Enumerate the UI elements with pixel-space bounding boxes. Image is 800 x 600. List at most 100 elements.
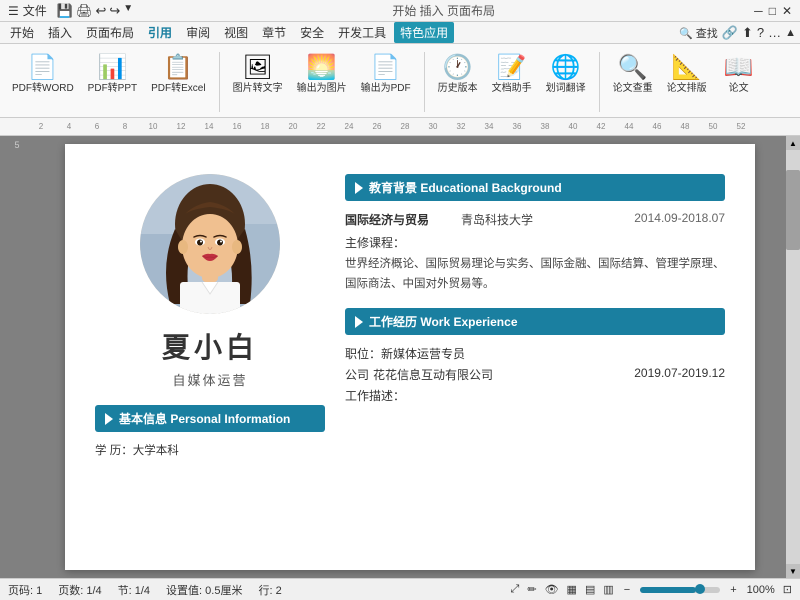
edu-school: 青岛科技大学 [461, 211, 533, 228]
work-exp-header: 工作经历 Work Experience [345, 308, 725, 335]
scroll-track[interactable] [786, 150, 800, 564]
minimize-ribbon[interactable]: ▲ [785, 27, 796, 39]
page-indicator: 5 [14, 140, 19, 150]
pdf-to-excel-label: PDF转Excel [151, 83, 205, 95]
export-icon[interactable]: ⬆ [742, 25, 753, 41]
page-status: 页码: 1 [8, 582, 42, 598]
edit-icon[interactable]: ✏ [527, 583, 536, 596]
view-icons[interactable]: ▦ [567, 583, 577, 596]
more-btn[interactable]: 📖 论文 [717, 48, 761, 98]
img-to-text-btn[interactable]: 🖼 图片转文字 [229, 48, 287, 98]
more-icon[interactable]: … [768, 25, 781, 40]
doc-area: 夏小白 自媒体运营 基本信息 Personal Information 学 历：… [34, 136, 786, 578]
restore-btn[interactable]: □ [769, 4, 776, 18]
divider-3 [599, 52, 600, 112]
edu-main-row: 国际经济与贸易 青岛科技大学 2014.09-2018.07 [345, 211, 725, 228]
pdf-to-excel-btn[interactable]: 📋 PDF转Excel [147, 48, 209, 98]
export-img-label: 输出为图片 [297, 83, 347, 95]
basic-info-header-text: 基本信息 Personal Information [119, 410, 290, 427]
scroll-thumb[interactable] [786, 170, 800, 250]
zoom-out-btn[interactable]: − [622, 584, 632, 596]
dropdown-icon[interactable]: ▼ [123, 3, 133, 19]
tab-chapter[interactable]: 章节 [256, 22, 292, 43]
eye-icon[interactable]: 👁 [545, 583, 559, 596]
fit-page-btn[interactable]: ⊡ [783, 583, 792, 596]
search-icon[interactable]: 🔍 查找 [679, 25, 718, 41]
pdf-to-ppt-btn[interactable]: 📊 PDF转PPT [84, 48, 141, 98]
close-btn[interactable]: ✕ [782, 4, 792, 18]
check-btn[interactable]: 🔍 论文查重 [609, 48, 657, 98]
doc-assist-label: 文档助手 [492, 83, 532, 95]
undo-icon[interactable]: ↩ [95, 3, 106, 19]
tab-view[interactable]: 视图 [218, 22, 254, 43]
scroll-up-btn[interactable]: ▲ [786, 136, 800, 150]
line-status: 行: 2 [258, 582, 281, 598]
scrollbar[interactable]: ▲ ▼ [786, 136, 800, 578]
app-menu-icon[interactable]: ☰ [8, 4, 19, 18]
check-label: 论文查重 [613, 83, 653, 95]
doc-title: 开始 插入 页面布局 [133, 2, 754, 19]
menu-bar-right: 🔍 查找 🔗 ⬆ ? … ▲ [679, 25, 796, 41]
minimize-btn[interactable]: ─ [754, 4, 763, 18]
zoom-bar[interactable] [640, 587, 720, 593]
export-img-btn[interactable]: 🌅 输出为图片 [293, 48, 351, 98]
education-level: 学 历：大学本科 [95, 442, 325, 458]
view-split[interactable]: ▥ [603, 583, 613, 596]
img-to-text-icon: 🖼 [242, 51, 274, 83]
ruler: 2 4 6 8 10 12 14 16 18 20 22 24 26 28 30… [0, 118, 800, 136]
more-label: 论文 [729, 83, 749, 95]
ribbon: 📄 PDF转WORD 📊 PDF转PPT 📋 PDF转Excel 🖼 图片转文字… [0, 44, 800, 118]
edu-bg-text: 教育背景 Educational Background [369, 179, 562, 196]
save-icon[interactable]: 💾 [57, 3, 73, 19]
pdf-to-word-btn[interactable]: 📄 PDF转WORD [8, 48, 78, 98]
view-single[interactable]: ▤ [585, 583, 595, 596]
title-bar: ☰ 文件 💾 🖨 ↩ ↪ ▼ 开始 插入 页面布局 ─ □ ✕ [0, 0, 800, 22]
profile-photo [140, 174, 280, 314]
print-icon[interactable]: 🖨 [76, 3, 93, 19]
tab-features[interactable]: 特色应用 [394, 22, 454, 43]
pdf-to-excel-icon: 📋 [162, 51, 194, 83]
export-pdf-label: 输出为PDF [361, 83, 411, 95]
history-btn[interactable]: 🕐 历史版本 [434, 48, 482, 98]
pdf-to-ppt-icon: 📊 [96, 51, 128, 83]
work-position: 职位：新媒体运营专员 [345, 345, 725, 362]
export-pdf-btn[interactable]: 📄 输出为PDF [357, 48, 415, 98]
translate-btn[interactable]: 🌐 划词翻译 [542, 48, 590, 98]
doc-page: 夏小白 自媒体运营 基本信息 Personal Information 学 历：… [65, 144, 755, 570]
settings-status: 设置值: 0.5厘米 [166, 582, 242, 598]
redo-icon[interactable]: ↪ [109, 3, 120, 19]
right-column: 教育背景 Educational Background 国际经济与贸易 青岛科技… [345, 174, 725, 550]
doc-assist-icon: 📝 [496, 51, 528, 83]
help-icon[interactable]: ? [757, 25, 764, 40]
edu-period: 2014.09-2018.07 [634, 211, 725, 228]
zoom-thumb [695, 584, 705, 594]
zoom-in-btn[interactable]: + [728, 584, 738, 596]
tab-ref[interactable]: 引用 [142, 22, 178, 43]
tab-dev[interactable]: 开发工具 [332, 22, 392, 43]
translate-icon: 🌐 [550, 51, 582, 83]
history-icon: 🕐 [442, 51, 474, 83]
doc-assist-btn[interactable]: 📝 文档助手 [488, 48, 536, 98]
share-icon[interactable]: 🔗 [722, 25, 738, 41]
expand-icon[interactable]: ⤢ [511, 583, 520, 596]
person-title: 自媒体运营 [172, 370, 247, 389]
format-icon: 📐 [671, 51, 703, 83]
window-controls: ─ □ ✕ [754, 4, 792, 18]
scroll-down-btn[interactable]: ▼ [786, 564, 800, 578]
tab-security[interactable]: 安全 [294, 22, 330, 43]
work-exp-text: 工作经历 Work Experience [369, 313, 518, 330]
format-label: 论文排版 [667, 83, 707, 95]
menu-bar: 开始 插入 页面布局 引用 审阅 视图 章节 安全 开发工具 特色应用 🔍 查找… [0, 22, 800, 44]
tab-layout[interactable]: 页面布局 [80, 22, 140, 43]
edu-major: 国际经济与贸易 [345, 211, 429, 228]
content-area: 5 [0, 136, 800, 578]
left-column: 夏小白 自媒体运营 基本信息 Personal Information 学 历：… [95, 174, 325, 550]
file-menu[interactable]: 文件 [23, 2, 47, 19]
tab-start[interactable]: 开始 [4, 22, 40, 43]
quick-access-toolbar: 💾 🖨 ↩ ↪ ▼ [57, 3, 133, 19]
export-img-icon: 🌅 [306, 51, 338, 83]
format-btn[interactable]: 📐 论文排版 [663, 48, 711, 98]
tab-insert[interactable]: 插入 [42, 22, 78, 43]
tab-review[interactable]: 审阅 [180, 22, 216, 43]
divider-1 [219, 52, 220, 112]
